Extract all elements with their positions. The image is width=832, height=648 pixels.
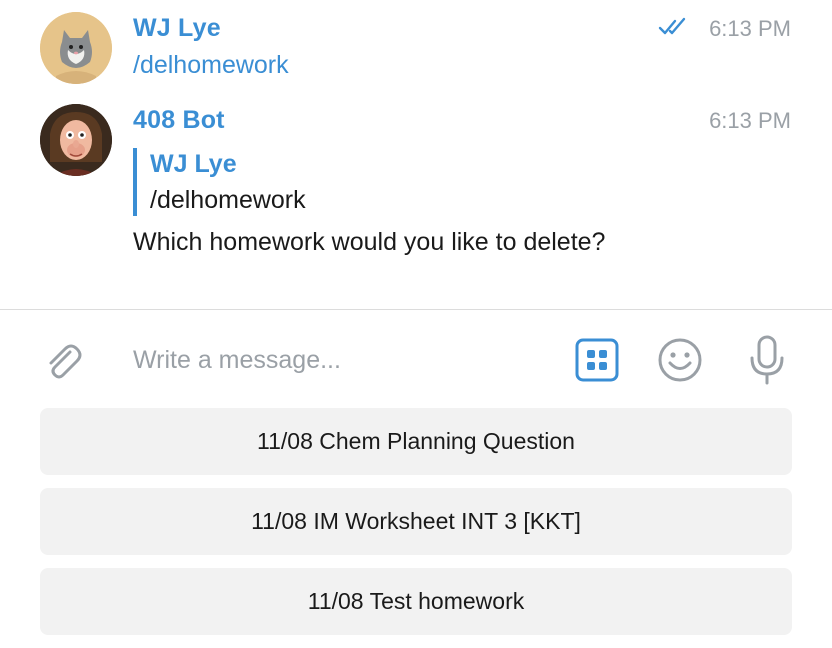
reply-quote[interactable]: WJ Lye /delhomework xyxy=(133,148,433,216)
message-time: 6:13 PM xyxy=(709,108,791,133)
message-text: Which homework would you like to delete? xyxy=(133,228,606,256)
keyboard-button[interactable]: 11/08 IM Worksheet INT 3 [KKT] xyxy=(40,488,792,555)
message-input[interactable] xyxy=(133,340,553,380)
double-check-icon xyxy=(658,17,686,35)
paperclip-icon[interactable] xyxy=(40,338,84,382)
message-sender[interactable]: WJ Lye xyxy=(133,14,221,43)
reply-sender: WJ Lye xyxy=(150,150,237,178)
bot-keyboard-icon[interactable] xyxy=(575,338,619,382)
message-sender[interactable]: 408 Bot xyxy=(133,106,225,135)
emoji-icon[interactable] xyxy=(656,336,704,384)
keyboard-button[interactable]: 11/08 Chem Planning Question xyxy=(40,408,792,475)
keyboard-button[interactable]: 11/08 Test homework xyxy=(40,568,792,635)
person-caricature-avatar[interactable] xyxy=(40,104,112,176)
message-list: WJ Lye 6:13 PM /delhomework 408 Bot 6:13… xyxy=(0,0,832,309)
reply-text: /delhomework xyxy=(150,186,306,214)
command-link[interactable]: /delhomework xyxy=(133,51,289,80)
composer: 11/08 Chem Planning Question 11/08 IM Wo… xyxy=(0,310,832,648)
microphone-icon[interactable] xyxy=(746,334,788,386)
cat-plush-avatar[interactable] xyxy=(40,12,112,84)
message-time: 6:13 PM xyxy=(709,16,791,41)
